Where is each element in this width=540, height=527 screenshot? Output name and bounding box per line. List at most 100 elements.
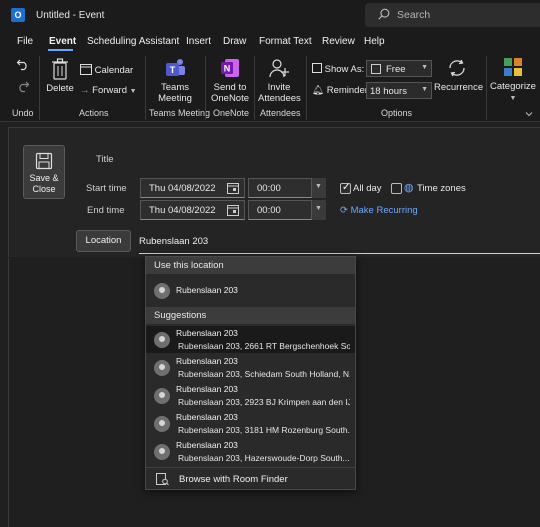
title-bar: O Untitled - Event Search (0, 0, 540, 30)
menu-scheduling-assistant[interactable]: Scheduling Assistant (87, 36, 179, 47)
room-finder-icon (156, 473, 169, 486)
use-location-text: Rubenslaan 203 (176, 285, 238, 295)
start-time-dropdown[interactable]: ▼ (312, 178, 326, 198)
end-time-label: End time (87, 205, 125, 216)
window-title: Untitled - Event (36, 10, 105, 21)
active-tab-indicator (48, 49, 73, 51)
free-color-swatch (371, 64, 381, 74)
browse-room-finder-label: Browse with Room Finder (179, 474, 288, 485)
suggestion-title: Rubenslaan 203 (176, 384, 238, 394)
suggestion-detail: Rubenslaan 203, Hazerswoude-Dorp South..… (178, 453, 350, 463)
menu-event[interactable]: Event (49, 36, 76, 47)
menu-format-text[interactable]: Format Text (259, 36, 312, 47)
all-day-checkbox[interactable]: ✓ (340, 182, 351, 194)
calendar-icon (80, 64, 92, 75)
checkmark-icon: ✓ (342, 182, 351, 193)
make-recurring-link[interactable]: ⟳ Make Recurring (340, 205, 418, 216)
suggestion-detail: Rubenslaan 203, 2923 BJ Krimpen aan den … (178, 397, 350, 407)
start-date-field[interactable]: Thu 04/08/2022 (140, 178, 245, 198)
send-to-onenote-label-1: Send to (213, 82, 247, 93)
location-button[interactable]: Location (76, 230, 131, 252)
time-zones-checkbox[interactable] (391, 183, 402, 194)
recurrence-button[interactable]: Recurrence (434, 57, 484, 93)
start-time-field[interactable]: 00:00 (248, 178, 312, 198)
suggestion-title: Rubenslaan 203 (176, 356, 238, 366)
recurrence-label: Recurrence (434, 82, 484, 93)
recurrence-icon (449, 59, 465, 77)
start-time-label: Start time (86, 183, 127, 194)
title-input[interactable] (139, 150, 540, 168)
delete-button[interactable]: Delete (44, 56, 76, 94)
end-time-dropdown[interactable]: ▼ (312, 200, 326, 220)
teams-meeting-label-2: Meeting (158, 93, 192, 104)
location-suggestions-dropdown: Use this location Rubenslaan 203 Suggest… (145, 256, 356, 490)
categorize-button[interactable]: Categorize ▼ (489, 57, 537, 104)
suggestion-detail: Rubenslaan 203, Schiedam South Holland, … (178, 369, 350, 379)
undo-icon[interactable] (16, 57, 30, 71)
suggestion-item[interactable]: Rubenslaan 203 Rubenslaan 203, Hazerswou… (146, 438, 355, 465)
delete-label: Delete (46, 83, 74, 94)
search-input[interactable]: Search (365, 3, 540, 27)
end-date-value: Thu 04/08/2022 (149, 205, 216, 216)
end-date-field[interactable]: Thu 04/08/2022 (140, 200, 245, 220)
send-to-onenote-label-2: OneNote (210, 93, 250, 104)
show-as-value: Free (386, 64, 406, 75)
title-label: Title (96, 154, 114, 165)
save-icon (35, 152, 53, 170)
menu-review[interactable]: Review (322, 36, 355, 47)
forward-label: Forward (92, 85, 127, 96)
end-time-value: 00:00 (257, 205, 281, 216)
suggestion-item[interactable]: Rubenslaan 203 Rubenslaan 203, Schiedam … (146, 354, 355, 381)
bell-icon: 🔔︎ (312, 85, 325, 96)
categorize-icon (504, 58, 522, 76)
use-location-item[interactable]: Rubenslaan 203 (146, 277, 355, 304)
chevron-down-icon: ▼ (315, 205, 322, 212)
suggestion-item[interactable]: Rubenslaan 203 Rubenslaan 203, 2923 BJ K… (146, 382, 355, 409)
suggestion-item[interactable]: Rubenslaan 203 Rubenslaan 203, 3181 HM R… (146, 410, 355, 437)
reminder-label-row: 🔔︎ Reminder: (312, 85, 371, 96)
forward-button[interactable]: → Forward ▼ (80, 85, 137, 96)
chevron-down-icon: ▼ (421, 86, 428, 93)
menu-file[interactable]: File (17, 36, 33, 47)
show-as-dropdown[interactable]: Free ▼ (366, 60, 432, 77)
start-time-value: 00:00 (257, 183, 281, 194)
calendar-picker-icon[interactable] (227, 182, 239, 194)
search-placeholder: Search (397, 9, 431, 21)
chevron-down-icon: ▼ (129, 88, 137, 95)
show-as-icon (312, 63, 322, 73)
ribbon-divider (486, 56, 487, 120)
location-pin-icon (154, 360, 170, 376)
calendar-label: Calendar (94, 65, 134, 76)
location-pin-icon (154, 283, 170, 299)
ribbon-divider (306, 56, 307, 120)
use-location-header: Use this location (146, 257, 355, 274)
show-as-label-row: Show As: (312, 63, 364, 75)
add-person-icon (269, 59, 289, 78)
calendar-button[interactable]: Calendar (80, 63, 133, 76)
reminder-value: 18 hours (370, 86, 407, 97)
redo-icon[interactable] (16, 79, 30, 93)
invite-attendees-button[interactable]: Invite Attendees (258, 57, 301, 104)
menu-help[interactable]: Help (364, 36, 385, 47)
save-close-button[interactable]: Save & Close (23, 145, 65, 199)
collapse-ribbon-icon[interactable] (525, 110, 533, 118)
end-time-field[interactable]: 00:00 (248, 200, 312, 220)
menu-draw[interactable]: Draw (223, 36, 246, 47)
recurring-icon: ⟳ (340, 205, 348, 216)
start-date-value: Thu 04/08/2022 (149, 183, 216, 194)
ribbon-divider (205, 56, 206, 120)
teams-meeting-button[interactable]: T Teams Meeting (152, 57, 198, 104)
location-input[interactable]: Rubenslaan 203 (139, 232, 540, 254)
browse-room-finder-button[interactable]: Browse with Room Finder (146, 467, 355, 489)
time-zones-label: Time zones (417, 183, 466, 194)
calendar-picker-icon[interactable] (227, 204, 239, 216)
location-pin-icon (154, 444, 170, 460)
send-to-onenote-button[interactable]: N Send to OneNote (209, 57, 251, 104)
show-as-label: Show As: (324, 64, 365, 75)
suggestion-item[interactable]: Rubenslaan 203 Rubenslaan 203, 2661 RT B… (146, 326, 355, 353)
trash-icon (52, 58, 68, 80)
group-label-attendees: Attendees (260, 108, 301, 118)
reminder-dropdown[interactable]: 18 hours ▼ (366, 82, 432, 99)
menu-insert[interactable]: Insert (186, 36, 211, 47)
svg-text:N: N (224, 64, 231, 74)
